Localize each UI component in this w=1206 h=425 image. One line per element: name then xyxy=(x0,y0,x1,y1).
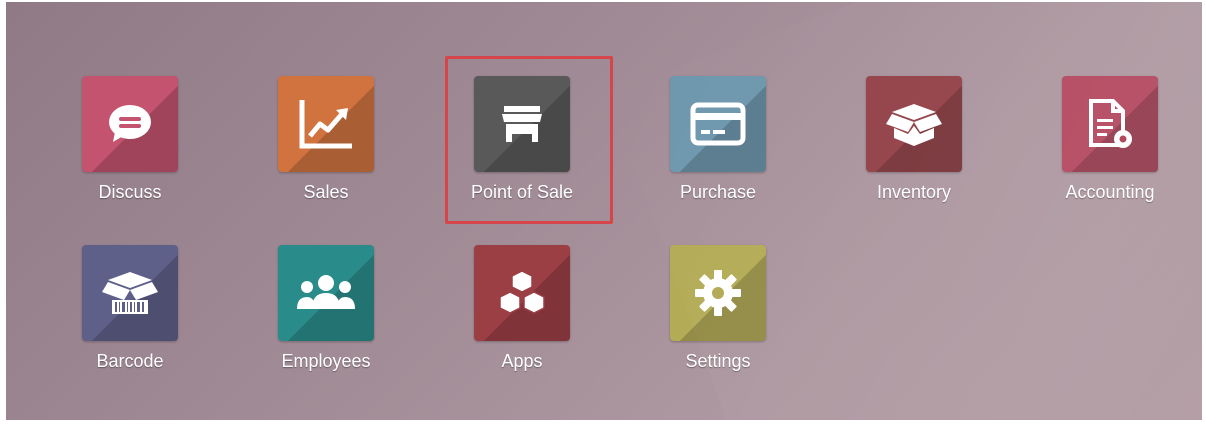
app-label: Settings xyxy=(685,351,751,371)
app-label: Inventory xyxy=(876,182,952,202)
store-icon xyxy=(474,76,570,172)
app-label: Discuss xyxy=(98,182,162,202)
app-label: Accounting xyxy=(1065,182,1155,202)
app-launcher: Discuss Sales Point of Sale Purchase Inv… xyxy=(6,2,1202,420)
app-label: Purchase xyxy=(679,182,757,202)
people-icon xyxy=(278,245,374,341)
app-apps[interactable]: Apps xyxy=(442,245,602,395)
app-label: Sales xyxy=(303,182,349,202)
app-purchase[interactable]: Purchase xyxy=(638,76,798,226)
app-label: Apps xyxy=(501,351,543,371)
app-discuss[interactable]: Discuss xyxy=(50,76,210,226)
app-label: Point of Sale xyxy=(470,182,574,202)
app-sales[interactable]: Sales xyxy=(246,76,406,226)
app-label: Barcode xyxy=(96,351,164,371)
document-gear-icon xyxy=(1062,76,1158,172)
barcode-box-icon xyxy=(82,245,178,341)
open-box-icon xyxy=(866,76,962,172)
app-accounting[interactable]: Accounting xyxy=(1030,76,1190,226)
app-employees[interactable]: Employees xyxy=(246,245,406,395)
app-label: Employees xyxy=(281,351,371,371)
app-inventory[interactable]: Inventory xyxy=(834,76,994,226)
cubes-icon xyxy=(474,245,570,341)
chat-bubble-icon xyxy=(82,76,178,172)
app-point-of-sale[interactable]: Point of Sale xyxy=(442,76,602,226)
app-settings[interactable]: Settings xyxy=(638,245,798,395)
app-barcode[interactable]: Barcode xyxy=(50,245,210,395)
credit-card-icon xyxy=(670,76,766,172)
trend-chart-icon xyxy=(278,76,374,172)
gear-icon xyxy=(670,245,766,341)
